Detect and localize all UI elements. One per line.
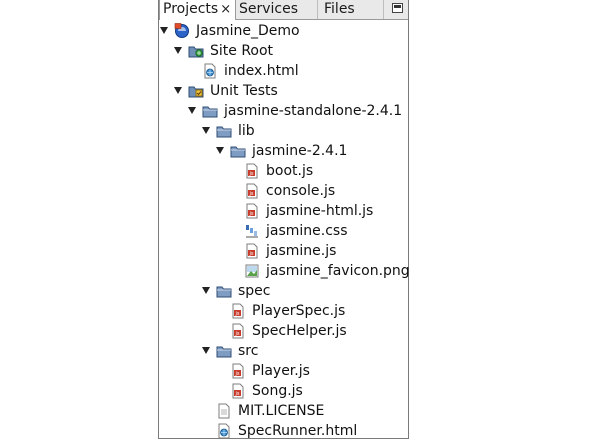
tree-item[interactable]: SpecRunner.html [159, 421, 408, 441]
tree-item[interactable]: jasmine-standalone-2.4.1 [159, 101, 408, 121]
svg-text:js: js [249, 171, 254, 177]
tab-label: Files [324, 1, 355, 17]
svg-text:js: js [235, 391, 240, 397]
expand-toggle-icon[interactable] [160, 27, 168, 34]
css-file-icon [244, 223, 260, 239]
tree-item[interactable]: js PlayerSpec.js [159, 301, 408, 321]
svg-text:js: js [235, 331, 240, 337]
tree-item[interactable]: js jasmine.js [159, 241, 408, 261]
projects-panel: Projects × Services Files Jasmine_Demo Sit… [158, 0, 410, 441]
tree-item-label: jasmine-2.4.1 [252, 143, 348, 159]
expand-toggle-icon[interactable] [202, 347, 210, 354]
tree-item-label: lib [238, 123, 255, 139]
tree-item[interactable]: Site Root [159, 41, 408, 61]
tree-item-label: jasmine-standalone-2.4.1 [224, 103, 403, 119]
js-file-icon: js [244, 203, 260, 219]
svg-text:js: js [235, 311, 240, 317]
tab-bar: Projects × Services Files [159, 0, 408, 20]
tree-item[interactable]: js jasmine-html.js [159, 201, 408, 221]
folder-icon [230, 143, 246, 159]
tree-item-label: boot.js [266, 163, 314, 179]
expand-toggle-icon[interactable] [174, 47, 182, 54]
js-file-icon: js [244, 163, 260, 179]
folder-icon [216, 283, 232, 299]
js-file-icon: js [230, 303, 246, 319]
tree-item[interactable]: js Song.js [159, 381, 408, 401]
expand-toggle-icon[interactable] [202, 127, 210, 134]
close-icon[interactable]: × [220, 1, 231, 19]
tree-item-label: Jasmine_Demo [196, 23, 300, 39]
tree-item-label: Player.js [252, 363, 310, 379]
tree-item[interactable]: js SpecHelper.js [159, 321, 408, 341]
tree-item-label: index.html [224, 63, 299, 79]
tree-item-label: SpecHelper.js [252, 323, 347, 339]
tree-item-label: jasmine-html.js [266, 203, 374, 219]
tree-item[interactable]: spec [159, 281, 408, 301]
project-icon [174, 23, 190, 39]
tree-item[interactable]: Unit Tests [159, 81, 408, 101]
tree-item-label: Song.js [252, 383, 303, 399]
project-tree: Jasmine_Demo Site Root index.html Unit Test… [159, 21, 410, 441]
tree-item-label: jasmine.css [266, 223, 348, 239]
tree-item-label: spec [238, 283, 271, 299]
js-file-icon: js [230, 363, 246, 379]
tree-item[interactable]: jasmine.css [159, 221, 408, 241]
tab-label: Projects [163, 1, 219, 17]
folder-icon [216, 123, 232, 139]
html-file-icon [216, 423, 232, 439]
tree-item-label: Site Root [210, 43, 274, 59]
tree-item[interactable]: Jasmine_Demo [159, 21, 408, 41]
js-file-icon: js [230, 383, 246, 399]
tab-files[interactable]: Files [318, 0, 384, 19]
svg-text:js: js [235, 371, 240, 377]
folder-icon [216, 343, 232, 359]
tab-services[interactable]: Services [236, 0, 318, 19]
tree-item-label: console.js [266, 183, 336, 199]
tab-label: Services [239, 1, 299, 17]
tree-item[interactable]: index.html [159, 61, 408, 81]
folder-icon [202, 103, 218, 119]
svg-text:js: js [249, 251, 254, 257]
tree-item[interactable]: jasmine-2.4.1 [159, 141, 408, 161]
svg-text:js: js [249, 211, 254, 217]
tree-item[interactable]: js boot.js [159, 161, 408, 181]
minimize-window-icon[interactable] [392, 3, 403, 13]
tree-item-label: jasmine.js [266, 243, 337, 259]
tree-item[interactable]: MIT.LICENSE [159, 401, 408, 421]
js-file-icon: js [230, 323, 246, 339]
tree-item[interactable]: lib [159, 121, 408, 141]
site-root-icon [188, 43, 204, 59]
tab-projects[interactable]: Projects × [159, 0, 236, 20]
image-file-icon [244, 263, 260, 279]
expand-toggle-icon[interactable] [174, 87, 182, 94]
tree-item[interactable]: js Player.js [159, 361, 408, 381]
svg-text:js: js [249, 191, 254, 197]
tree-item[interactable]: js console.js [159, 181, 408, 201]
tree-item-label: MIT.LICENSE [238, 403, 325, 419]
tree-item-label: src [238, 343, 259, 359]
tree-item-label: jasmine_favicon.png [266, 263, 410, 279]
expand-toggle-icon[interactable] [188, 107, 196, 114]
js-file-icon: js [244, 243, 260, 259]
tree-item-label: PlayerSpec.js [252, 303, 346, 319]
tree-item[interactable]: src [159, 341, 408, 361]
tree-item[interactable]: jasmine_favicon.png [159, 261, 410, 281]
html-file-icon [202, 63, 218, 79]
unit-tests-icon [188, 83, 204, 99]
js-file-icon: js [244, 183, 260, 199]
expand-toggle-icon[interactable] [216, 147, 224, 154]
tree-item-label: SpecRunner.html [238, 423, 358, 439]
expand-toggle-icon[interactable] [202, 287, 210, 294]
tree-item-label: Unit Tests [210, 83, 278, 99]
text-file-icon [216, 403, 232, 419]
